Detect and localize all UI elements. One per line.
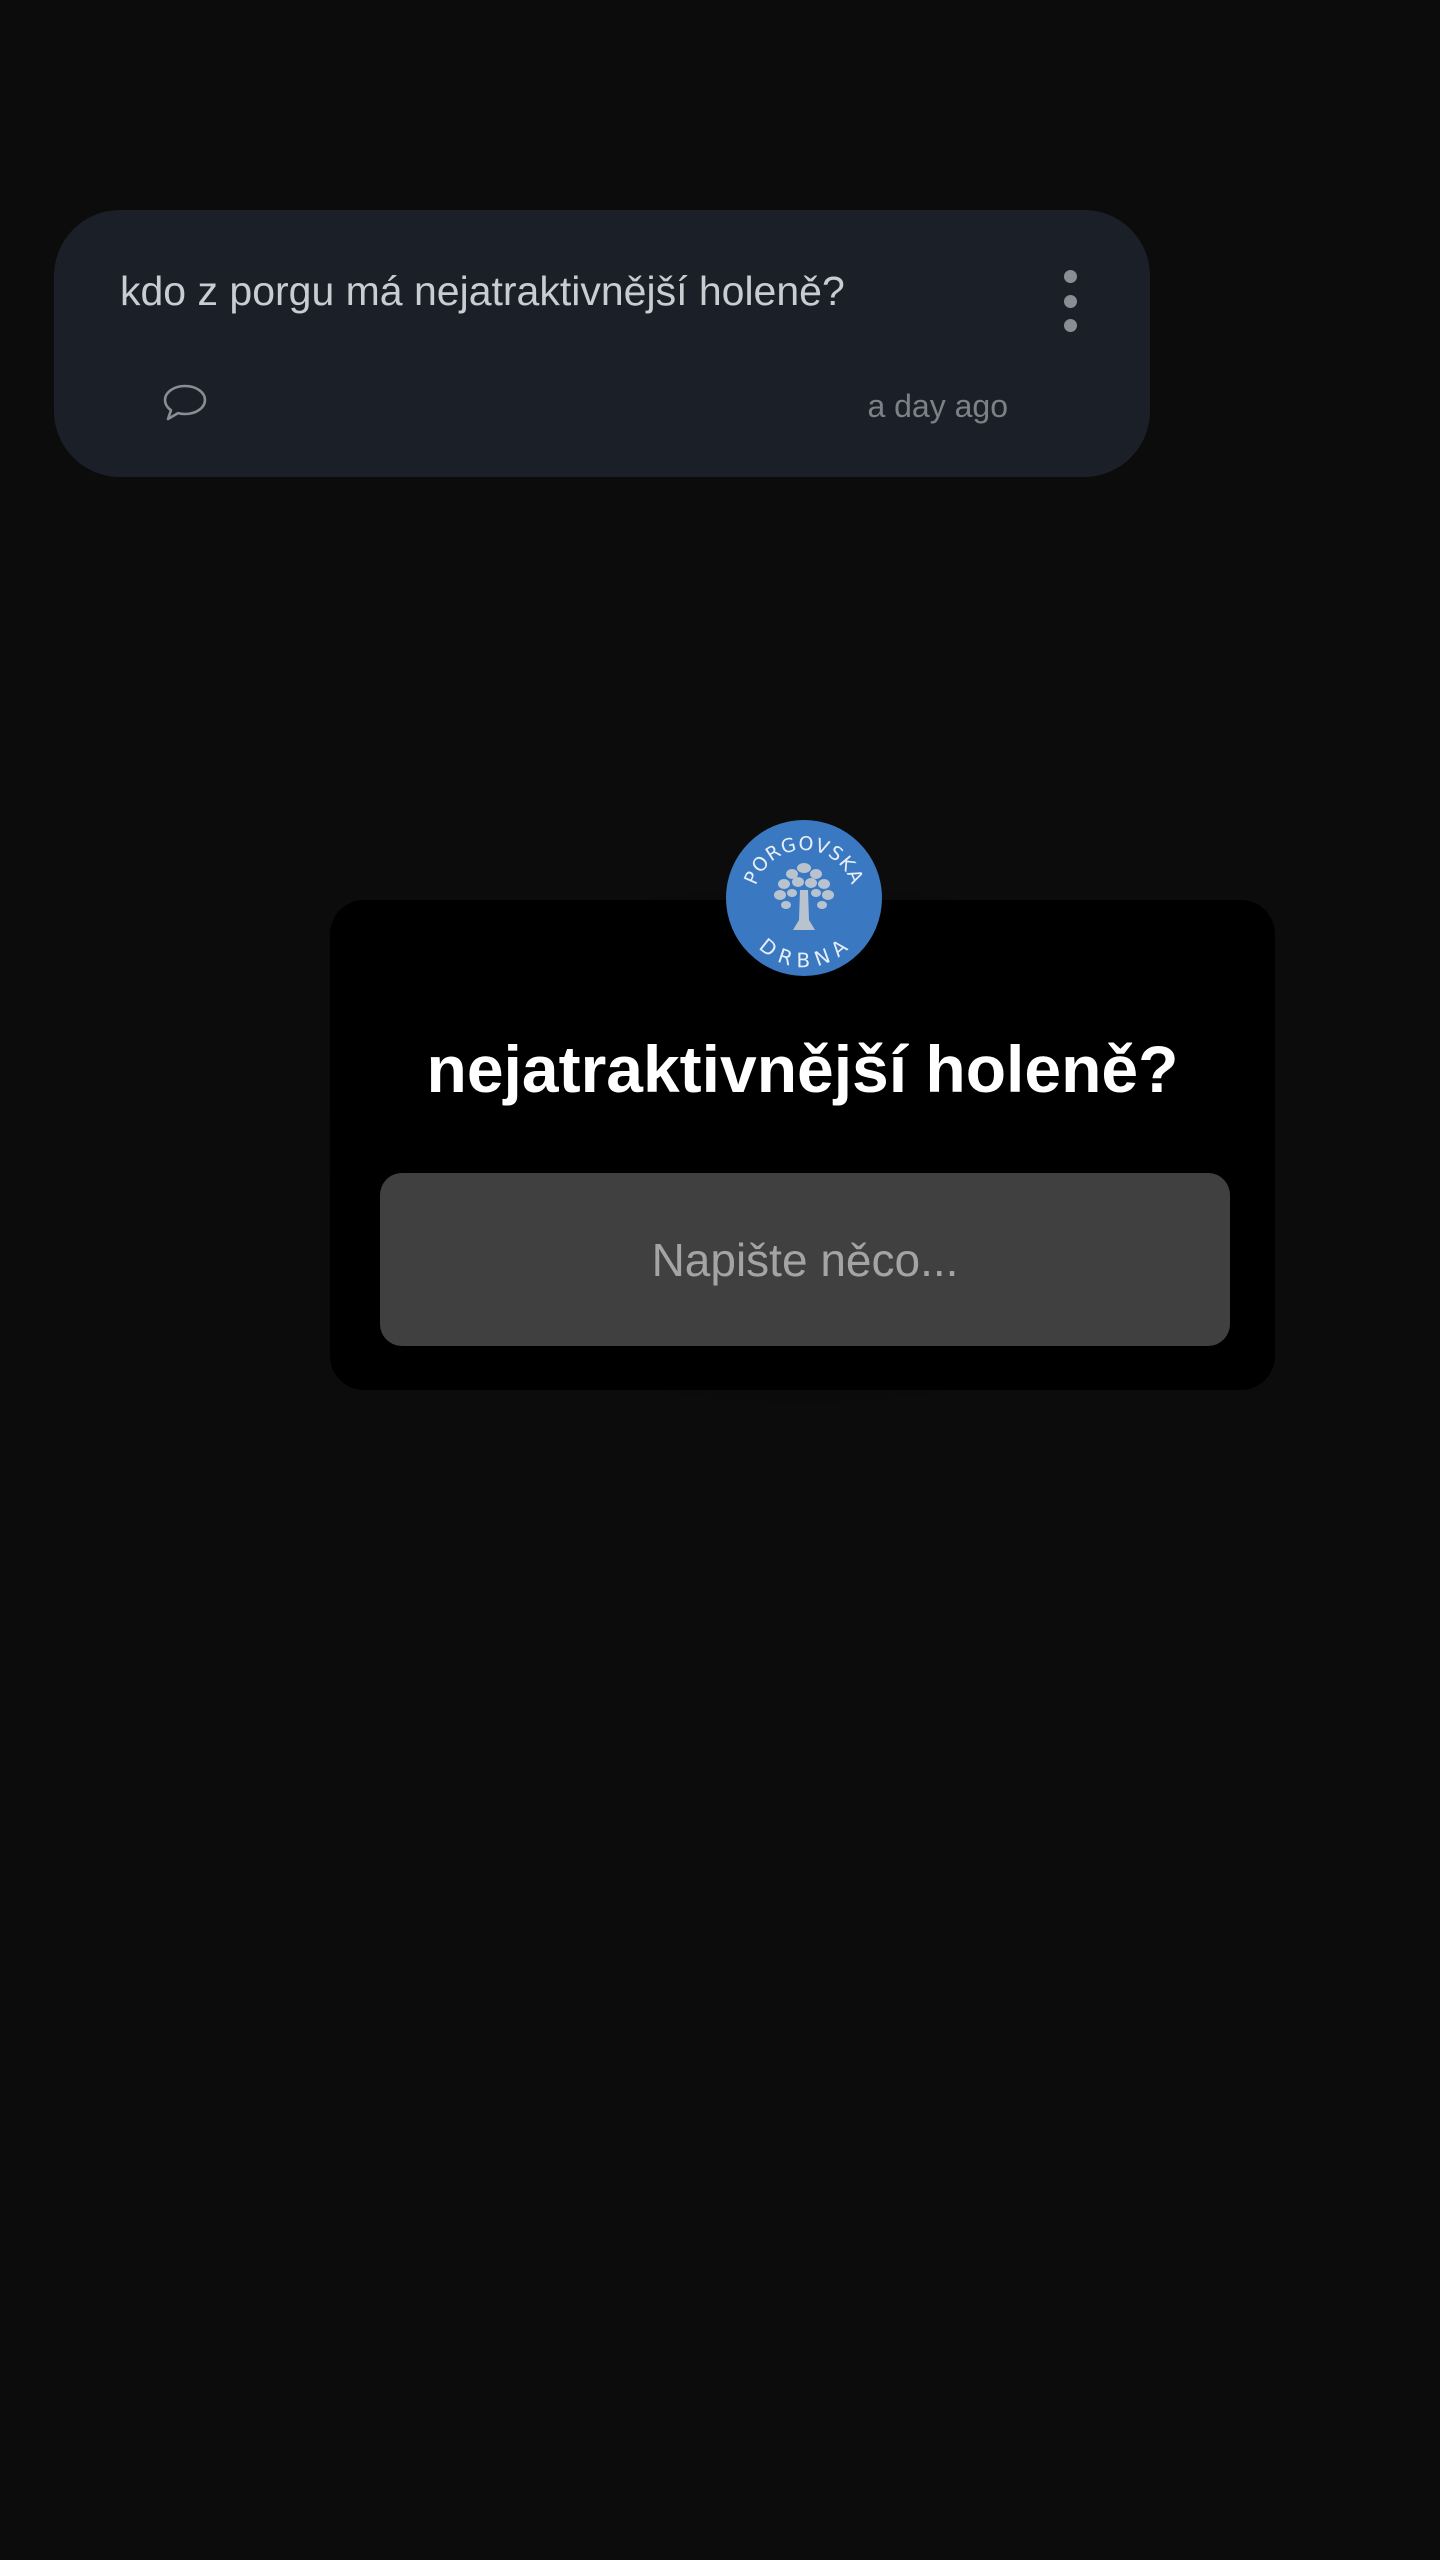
- avatar: PORGOVSKA DRBNA: [726, 820, 882, 976]
- tree-logo-icon: PORGOVSKA DRBNA: [740, 833, 868, 973]
- question-text: kdo z porgu má nejatraktivnější holeně?: [120, 268, 845, 314]
- more-options-button[interactable]: [1056, 270, 1084, 332]
- svg-text:PORGOVSKA: PORGOVSKA: [740, 833, 868, 888]
- logo-text-top: PORGOVSKA: [740, 833, 867, 888]
- comment-bubble-icon: [163, 384, 207, 421]
- logo-text-bottom: DRBNA: [755, 933, 852, 972]
- comment-button[interactable]: [162, 383, 208, 423]
- svg-text:DRBNA: DRBNA: [755, 933, 854, 972]
- question-card[interactable]: kdo z porgu má nejatraktivnější holeně? …: [54, 210, 1150, 477]
- post-timestamp: a day ago: [867, 388, 1008, 424]
- answer-input[interactable]: [380, 1173, 1230, 1346]
- modal-title: nejatraktivnější holeně?: [426, 1032, 1179, 1106]
- more-vertical-icon: [1063, 270, 1077, 283]
